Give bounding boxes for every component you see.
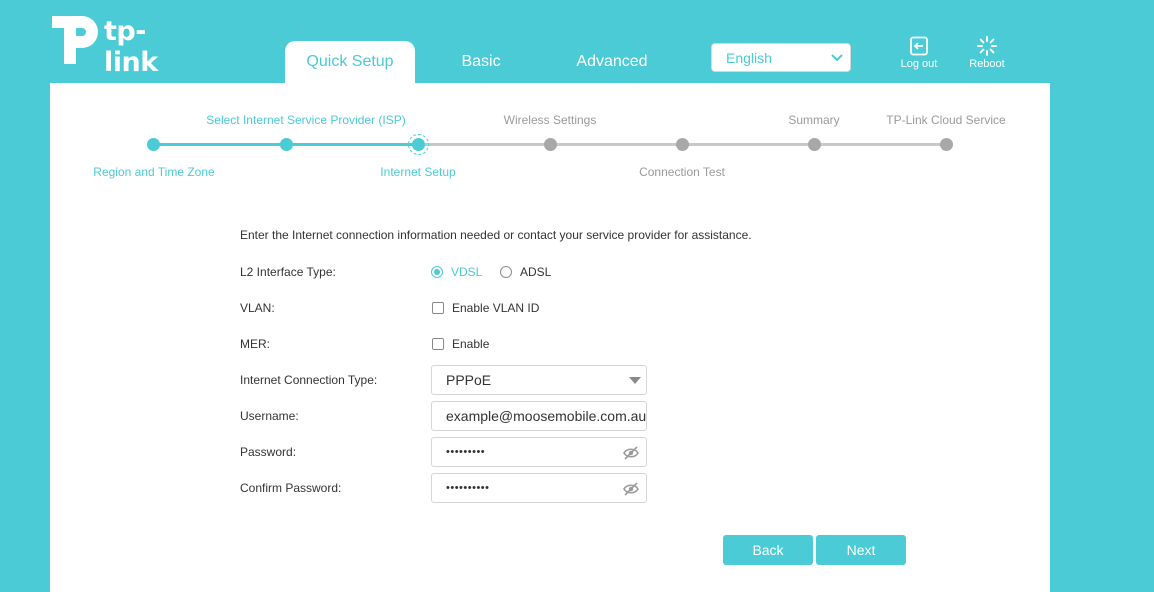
vlan-label: VLAN: xyxy=(240,301,275,315)
main-panel: Region and Time Zone Select Internet Ser… xyxy=(50,83,1050,592)
logout-button[interactable]: Log out xyxy=(894,36,944,72)
step-dot-summary xyxy=(807,138,821,151)
vlan-checkbox-box[interactable] xyxy=(432,302,444,314)
radio-vdsl[interactable]: VDSL xyxy=(431,265,482,279)
vlan-checkbox-label: Enable VLAN ID xyxy=(452,301,540,315)
password-input[interactable]: ••••••••• xyxy=(431,437,647,467)
step-dot-wireless xyxy=(543,138,557,151)
confirm-password-value: •••••••••• xyxy=(446,482,490,494)
mer-label: MER: xyxy=(240,337,270,351)
eye-hidden-icon[interactable] xyxy=(623,482,639,496)
step-dot-region[interactable] xyxy=(146,138,160,151)
step-label-wireless: Wireless Settings xyxy=(503,113,597,127)
radio-adsl-indicator[interactable] xyxy=(500,266,512,278)
intro-text: Enter the Internet connection informatio… xyxy=(240,228,752,242)
tp-link-logo: tp-link xyxy=(50,14,190,78)
connection-type-label: Internet Connection Type: xyxy=(240,373,378,387)
vlan-checkbox[interactable]: Enable VLAN ID xyxy=(432,301,539,315)
username-input[interactable]: example@moosemobile.com.au xyxy=(431,401,647,431)
radio-vdsl-indicator[interactable] xyxy=(431,266,443,278)
tab-basic[interactable]: Basic xyxy=(436,41,526,83)
language-select[interactable]: English xyxy=(711,43,851,72)
reboot-icon xyxy=(977,36,997,56)
step-label-connection-test: Connection Test xyxy=(639,165,725,179)
step-dot-cloud xyxy=(939,138,953,151)
logout-icon xyxy=(910,36,928,56)
mer-checkbox-label: Enable xyxy=(452,337,490,351)
connection-type-value: PPPoE xyxy=(446,372,492,388)
confirm-password-input[interactable]: •••••••••• xyxy=(431,473,647,503)
language-value: English xyxy=(726,49,772,66)
step-label-internet-setup: Internet Setup xyxy=(380,165,456,179)
back-button[interactable]: Back xyxy=(723,535,813,565)
radio-adsl[interactable]: ADSL xyxy=(500,265,551,279)
password-value: ••••••••• xyxy=(446,446,486,458)
step-dot-connection-test xyxy=(675,138,689,151)
reboot-button[interactable]: Reboot xyxy=(962,36,1012,72)
radio-vdsl-label: VDSL xyxy=(451,265,483,279)
reboot-label: Reboot xyxy=(969,58,1005,70)
confirm-password-label: Confirm Password: xyxy=(240,481,342,495)
l2-interface-label: L2 Interface Type: xyxy=(240,265,336,279)
step-dot-internet-setup[interactable] xyxy=(411,138,425,151)
step-label-region[interactable]: Region and Time Zone xyxy=(93,165,214,179)
mer-checkbox[interactable]: Enable xyxy=(432,337,489,351)
tp-link-logo-icon xyxy=(52,16,98,64)
logo-text: tp-link xyxy=(104,16,158,78)
radio-adsl-label: ADSL xyxy=(520,265,552,279)
connection-type-select[interactable]: PPPoE xyxy=(431,365,647,395)
tab-quick-setup[interactable]: Quick Setup xyxy=(285,41,415,83)
password-label: Password: xyxy=(240,445,297,459)
step-label-cloud: TP-Link Cloud Service xyxy=(886,113,1006,127)
username-value: example@moosemobile.com.au xyxy=(446,408,647,424)
logout-label: Log out xyxy=(900,58,938,70)
username-label: Username: xyxy=(240,409,299,423)
mer-checkbox-box[interactable] xyxy=(432,338,444,350)
step-label-isp[interactable]: Select Internet Service Provider (ISP) xyxy=(206,113,405,127)
dropdown-arrow-icon xyxy=(629,377,641,384)
step-label-summary: Summary xyxy=(788,113,840,127)
next-button[interactable]: Next xyxy=(816,535,906,565)
eye-hidden-icon[interactable] xyxy=(623,446,639,460)
step-dot-isp[interactable] xyxy=(279,138,293,151)
chevron-down-icon xyxy=(831,54,843,62)
tab-advanced[interactable]: Advanced xyxy=(556,41,668,83)
